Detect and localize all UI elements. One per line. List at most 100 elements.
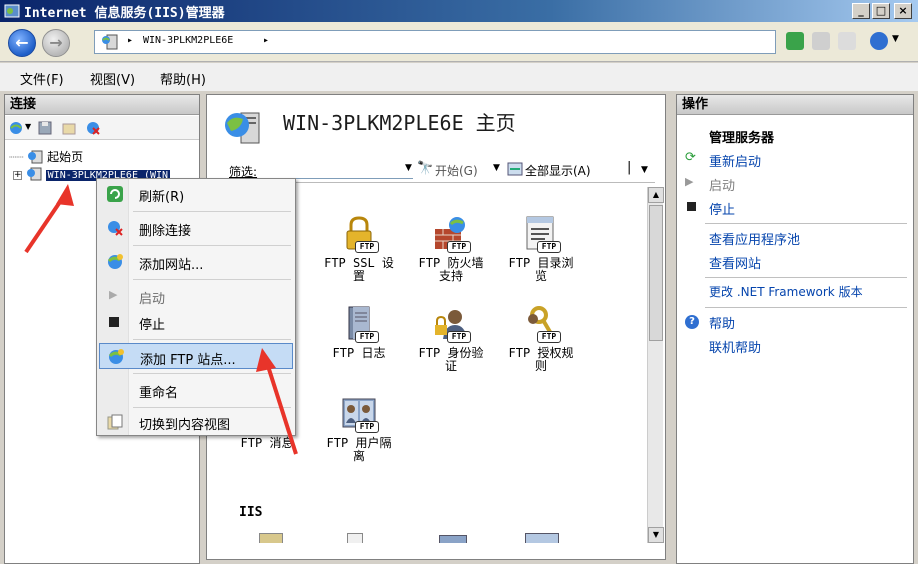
ctx-stop[interactable]: 停止 bbox=[99, 309, 293, 335]
address-bar: ← → ▸ WIN-3PLKM2PLE6E ▸ ▼ bbox=[0, 22, 918, 62]
close-button[interactable]: × bbox=[894, 3, 912, 19]
delete-connection-icon[interactable] bbox=[85, 120, 101, 136]
ctx-delete-connection[interactable]: 删除连接 bbox=[99, 215, 293, 241]
connections-header: 连接 bbox=[5, 95, 199, 115]
menu-view[interactable]: 视图(V) bbox=[90, 69, 135, 88]
connect-dropdown-icon[interactable]: ▼ bbox=[25, 122, 31, 131]
help-icon: ? bbox=[685, 315, 699, 329]
tree-expander[interactable]: + bbox=[13, 171, 22, 180]
groupby-dropdown-icon[interactable]: ▼ bbox=[641, 165, 648, 175]
breadcrumb-server[interactable]: WIN-3PLKM2PLE6E bbox=[143, 35, 233, 46]
ctx-refresh[interactable]: 刷新(R) bbox=[99, 181, 293, 207]
action-online-help[interactable]: 联机帮助 bbox=[709, 337, 761, 356]
maximize-button[interactable]: □ bbox=[872, 3, 890, 19]
ctx-add-website[interactable]: 添加网站... bbox=[99, 249, 293, 275]
feature-ftp-directory-browse[interactable]: FTP FTP 目录浏 览 bbox=[497, 215, 585, 283]
ctx-content-view-label: 切换到内容视图 bbox=[139, 418, 231, 433]
ctx-add-ftp-site-label: 添加 FTP 站点... bbox=[140, 353, 236, 368]
crumb-separator-end[interactable]: ▸ bbox=[263, 35, 269, 46]
feature-ftp-firewall[interactable]: FTP FTP 防火墙 支持 bbox=[407, 215, 495, 283]
iis-feature-icon[interactable] bbox=[259, 533, 283, 543]
action-restart[interactable]: 重新启动 bbox=[709, 151, 761, 170]
server-node-icon bbox=[26, 167, 42, 181]
refresh-icon[interactable] bbox=[786, 32, 804, 50]
ctx-rename[interactable]: 重命名 bbox=[99, 377, 293, 403]
stop-icon bbox=[109, 317, 119, 327]
help-icon[interactable] bbox=[870, 32, 888, 50]
menu-help[interactable]: 帮助(H) bbox=[160, 69, 206, 88]
action-start[interactable]: 启动 bbox=[709, 175, 735, 194]
iis-feature-icon[interactable] bbox=[347, 533, 363, 543]
connect-globe-icon[interactable] bbox=[8, 120, 24, 136]
ctx-add-ftp-site[interactable]: 添加 FTP 站点... bbox=[99, 343, 293, 369]
action-view-app-pools[interactable]: 查看应用程序池 bbox=[709, 229, 800, 248]
ctx-start[interactable]: ▶ 启动 bbox=[99, 283, 293, 309]
ctx-divider bbox=[133, 373, 291, 374]
feature-label: FTP SSL 设 置 bbox=[324, 256, 394, 283]
features-scrollbar[interactable]: ▲ ▼ bbox=[647, 187, 664, 543]
ftp-authorization-icon: FTP bbox=[521, 305, 561, 343]
filter-start-dropdown-icon[interactable]: ▼ bbox=[493, 163, 500, 173]
actions-pane: 操作 管理服务器 ⟳ 重新启动 ▶ 启动 停止 查看应用程序池 查看网站 更改 … bbox=[676, 94, 914, 564]
context-menu: 刷新(R) 删除连接 添加网站... ▶ 启动 停止 添加 FTP 站点... … bbox=[96, 178, 296, 436]
save-icon[interactable] bbox=[37, 120, 53, 136]
feature-label: FTP 授权规 则 bbox=[508, 346, 574, 373]
back-arrow-icon: ← bbox=[15, 33, 29, 52]
ctx-divider bbox=[133, 245, 291, 246]
scroll-thumb[interactable] bbox=[649, 205, 663, 341]
ftp-authentication-icon: FTP bbox=[431, 305, 471, 343]
address-field[interactable]: ▸ WIN-3PLKM2PLE6E ▸ bbox=[94, 30, 776, 54]
ftp-firewall-icon: FTP bbox=[431, 215, 471, 253]
ftp-ssl-lock-icon: FTP bbox=[339, 215, 379, 253]
feature-ftp-user-isolation[interactable]: FTP FTP 用户隔 离 bbox=[315, 395, 403, 463]
home-icon[interactable] bbox=[838, 32, 856, 50]
show-all-button[interactable]: 全部显示(A) bbox=[525, 162, 591, 179]
manage-server-heading: 管理服务器 bbox=[709, 131, 775, 146]
stop-nav-icon[interactable] bbox=[812, 32, 830, 50]
minimize-button[interactable]: _ bbox=[852, 3, 870, 19]
actions-header: 操作 bbox=[677, 95, 913, 115]
page-title: WIN-3PLKM2PLE6E 主页 bbox=[283, 111, 516, 135]
scroll-down-button[interactable]: ▼ bbox=[648, 527, 664, 543]
content-view-icon bbox=[107, 414, 123, 430]
feature-ftp-logging[interactable]: FTP FTP 日志 bbox=[315, 305, 403, 360]
add-ftp-site-icon bbox=[108, 349, 124, 364]
feature-ftp-authorization[interactable]: FTP FTP 授权规 则 bbox=[497, 305, 585, 373]
server-icon bbox=[102, 34, 118, 50]
action-change-net[interactable]: 更改 .NET Framework 版本 bbox=[709, 283, 863, 300]
forward-button[interactable]: → bbox=[42, 29, 70, 57]
ctx-start-label: 启动 bbox=[139, 292, 166, 307]
start-page-label: 起始页 bbox=[47, 150, 84, 164]
feature-label: FTP 日志 bbox=[332, 346, 386, 360]
menu-file[interactable]: 文件(F) bbox=[20, 69, 64, 88]
ctx-divider bbox=[133, 279, 291, 280]
iis-feature-icon[interactable] bbox=[525, 533, 559, 543]
ctx-delete-connection-label: 删除连接 bbox=[139, 224, 192, 239]
scroll-up-button[interactable]: ▲ bbox=[648, 187, 664, 203]
tree-item-start-page[interactable]: ┈┈ 起始页 bbox=[9, 148, 83, 165]
feature-label: FTP 用户隔 离 bbox=[326, 436, 392, 463]
feature-ftp-ssl[interactable]: FTP FTP SSL 设 置 bbox=[315, 215, 403, 283]
iis-feature-icon[interactable] bbox=[439, 535, 467, 543]
ftp-logging-icon: FTP bbox=[339, 305, 379, 343]
filter-dropdown-icon[interactable]: ▼ bbox=[405, 163, 412, 173]
divider bbox=[705, 277, 907, 278]
up-level-icon[interactable] bbox=[61, 120, 77, 136]
filter-input[interactable] bbox=[267, 159, 413, 179]
feature-label: FTP 消息 bbox=[240, 436, 294, 450]
filter-separator: | bbox=[627, 160, 632, 175]
forward-arrow-icon: → bbox=[49, 33, 63, 52]
back-button[interactable]: ← bbox=[8, 29, 36, 57]
ctx-content-view[interactable]: 切换到内容视图 bbox=[99, 409, 293, 435]
filter-start-button[interactable]: 开始(G) bbox=[435, 162, 478, 179]
action-help[interactable]: 帮助 bbox=[709, 313, 735, 332]
action-stop[interactable]: 停止 bbox=[709, 199, 735, 218]
stop-icon bbox=[687, 202, 696, 211]
help-dropdown-chevron-icon[interactable]: ▼ bbox=[892, 34, 899, 44]
action-view-sites[interactable]: 查看网站 bbox=[709, 253, 761, 272]
feature-ftp-authentication[interactable]: FTP FTP 身份验 证 bbox=[407, 305, 495, 373]
title-bar: Internet 信息服务(IIS)管理器 _ □ × bbox=[0, 0, 918, 22]
ftp-directory-browse-icon: FTP bbox=[521, 215, 561, 253]
feature-label: FTP 防火墙 支持 bbox=[418, 256, 484, 283]
delete-connection-icon bbox=[108, 221, 123, 236]
